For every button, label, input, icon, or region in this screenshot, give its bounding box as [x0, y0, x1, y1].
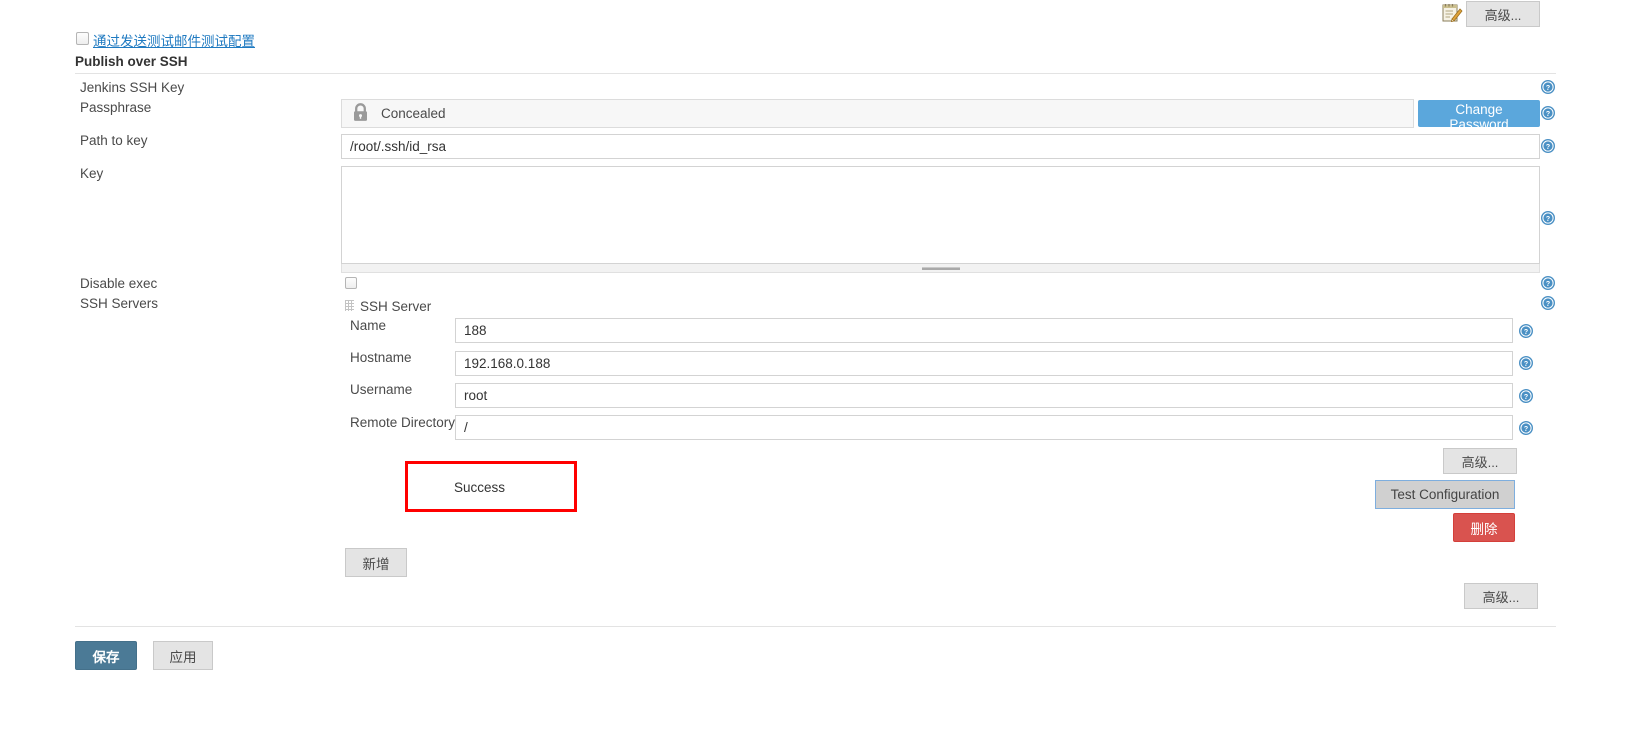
help-icon-jenkins-ssh-key[interactable]: ? [1540, 79, 1556, 95]
notepad-edit-icon[interactable] [1441, 2, 1463, 24]
change-password-button[interactable]: Change Password [1418, 100, 1540, 132]
key-textarea-resize-handle[interactable] [341, 264, 1540, 273]
help-icon-path-to-key[interactable]: ? [1540, 138, 1556, 154]
jenkins-ssh-key-label: Jenkins SSH Key [80, 80, 185, 95]
help-icon-key[interactable]: ? [1540, 210, 1556, 226]
svg-text:?: ? [1546, 111, 1550, 118]
test-mail-checkbox[interactable] [76, 32, 89, 45]
passphrase-value: Concealed [381, 106, 446, 121]
jenkins-config-page: 高级... 通过发送测试邮件测试配置 Publish over SSH Jenk… [0, 0, 1636, 733]
svg-text:?: ? [1524, 394, 1528, 401]
ssh-server-hostname-input[interactable] [455, 351, 1513, 376]
advanced-button-bottom[interactable]: 高级... [1464, 583, 1538, 609]
help-icon-ssh-username[interactable]: ? [1518, 388, 1534, 404]
ssh-server-hostname-label: Hostname [350, 350, 412, 365]
advanced-button-top[interactable]: 高级... [1466, 1, 1540, 27]
ssh-server-remote-directory-label: Remote Directory [350, 415, 456, 430]
svg-text:?: ? [1546, 281, 1550, 288]
test-result-text: Success [454, 480, 506, 495]
drag-handle-icon[interactable] [345, 300, 354, 311]
advanced-button-ssh-server[interactable]: 高级... [1443, 448, 1517, 474]
key-textarea[interactable] [342, 167, 1539, 263]
ssh-server-title: SSH Server [360, 299, 432, 314]
help-icon-ssh-servers[interactable]: ? [1540, 295, 1556, 311]
help-icon-ssh-name[interactable]: ? [1518, 323, 1534, 339]
disable-exec-checkbox[interactable] [345, 277, 357, 289]
save-button[interactable]: 保存 [75, 641, 137, 670]
lock-icon [352, 102, 369, 125]
ssh-server-username-input[interactable] [455, 383, 1513, 408]
delete-ssh-server-button[interactable]: 删除 [1453, 513, 1515, 542]
svg-text:?: ? [1546, 85, 1550, 92]
passphrase-label: Passphrase [80, 100, 152, 115]
test-mail-link[interactable]: 通过发送测试邮件测试配置 [93, 30, 255, 50]
disable-exec-label: Disable exec [80, 276, 158, 291]
section-title: Publish over SSH [75, 54, 188, 69]
divider-bottom [75, 626, 1556, 627]
help-icon-ssh-remote-directory[interactable]: ? [1518, 420, 1534, 436]
divider-top [75, 73, 1556, 74]
resize-grip-icon [921, 267, 960, 270]
help-icon-disable-exec[interactable]: ? [1540, 275, 1556, 291]
ssh-server-name-label: Name [350, 318, 387, 333]
svg-text:?: ? [1524, 426, 1528, 433]
ssh-servers-label: SSH Servers [80, 296, 159, 311]
svg-text:?: ? [1524, 361, 1528, 368]
path-to-key-input[interactable] [341, 134, 1540, 159]
key-label: Key [80, 166, 104, 181]
ssh-server-username-label: Username [350, 382, 413, 397]
help-icon-ssh-hostname[interactable]: ? [1518, 355, 1534, 371]
path-to-key-label: Path to key [80, 133, 148, 148]
ssh-server-remote-directory-input[interactable] [455, 415, 1513, 440]
ssh-server-name-input[interactable] [455, 318, 1513, 343]
key-textarea-wrapper[interactable] [341, 166, 1540, 264]
svg-text:?: ? [1524, 329, 1528, 336]
svg-text:?: ? [1546, 216, 1550, 223]
svg-text:?: ? [1546, 144, 1550, 151]
add-ssh-server-button[interactable]: 新增 [345, 548, 407, 577]
help-icon-passphrase[interactable]: ? [1540, 105, 1556, 121]
passphrase-concealed-field[interactable]: Concealed [341, 99, 1414, 128]
test-configuration-button[interactable]: Test Configuration [1375, 480, 1515, 509]
svg-text:?: ? [1546, 301, 1550, 308]
apply-button[interactable]: 应用 [153, 641, 213, 670]
